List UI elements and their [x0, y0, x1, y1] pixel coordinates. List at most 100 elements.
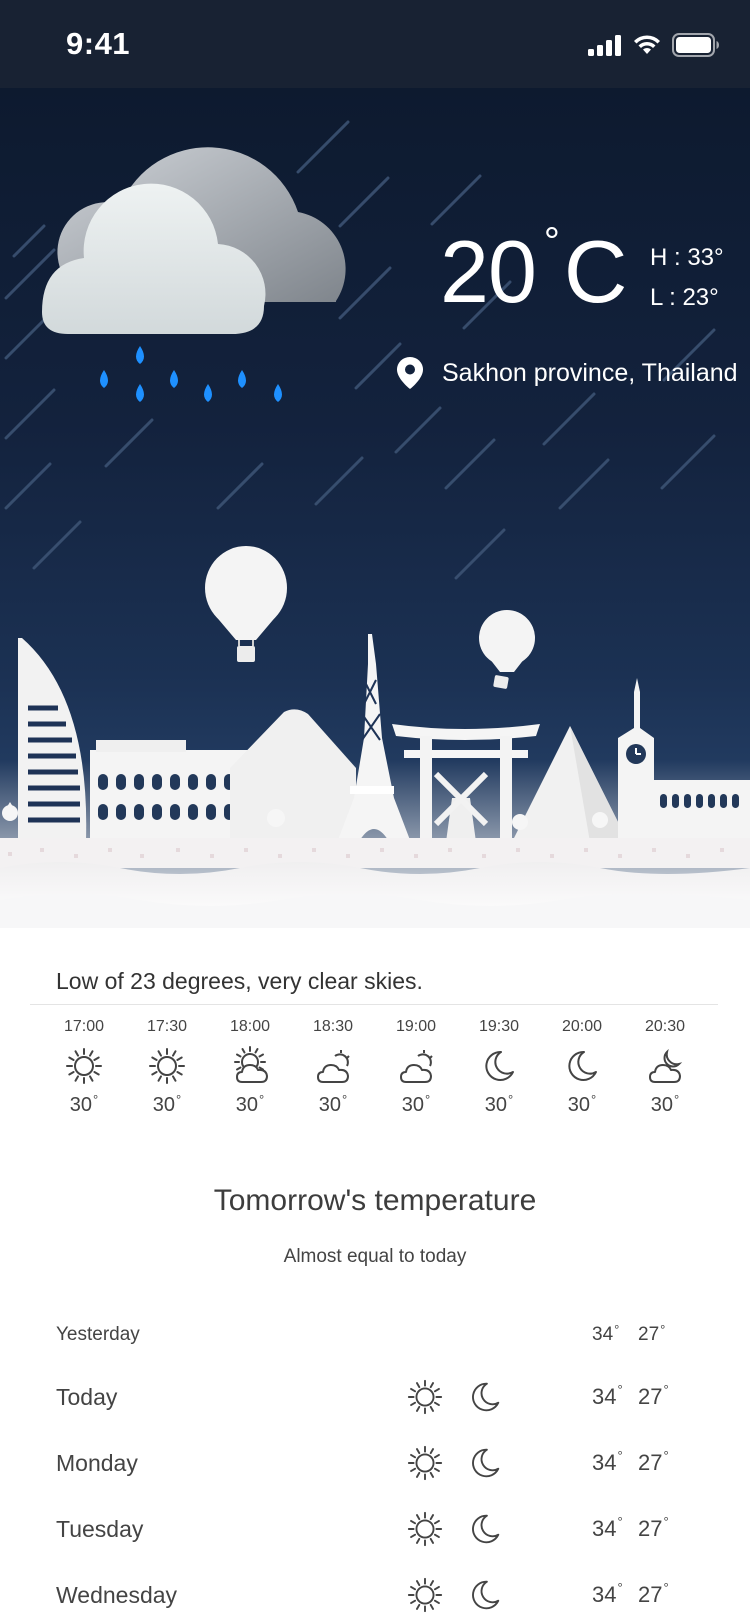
wifi-icon [634, 35, 660, 54]
hour-time: 18:00 [229, 1018, 271, 1035]
day-high: 34° [592, 1580, 623, 1608]
hourly-item[interactable]: 17:00 30° [40, 1018, 128, 1117]
degree-symbol: ° [617, 1448, 623, 1463]
battery-icon [672, 33, 719, 57]
day-high: 34° [592, 1448, 623, 1476]
sun-cloud-icon [230, 1046, 270, 1086]
hour-temperature: 30° [621, 1092, 709, 1117]
daily-row[interactable]: Today 34° 27° [56, 1372, 696, 1420]
day-name: Yesterday [56, 1324, 140, 1345]
temperature-unit: C [563, 222, 628, 321]
hour-temperature: 30° [123, 1092, 211, 1117]
day-name: Wednesday [56, 1582, 178, 1608]
hourly-item[interactable]: 19:30 30° [455, 1018, 543, 1117]
hour-temperature: 30° [289, 1092, 377, 1117]
temp-value: 34 [592, 1324, 614, 1345]
status-icons [588, 30, 720, 60]
sun-icon [406, 1576, 444, 1614]
moon-icon [466, 1378, 504, 1416]
degree-symbol: ° [674, 1092, 680, 1107]
day-low: 27° [638, 1580, 669, 1608]
temperature-value: 20 [440, 222, 537, 321]
hourly-item[interactable]: 20:00 30° [538, 1018, 626, 1117]
high-low: H : 33° L : 23° [650, 238, 724, 318]
degree-symbol: ° [342, 1092, 348, 1107]
hourly-item[interactable]: 20:30 30° [621, 1018, 709, 1117]
temp-value: 27 [638, 1516, 663, 1541]
daily-row[interactable]: Monday 34° 27° [56, 1438, 696, 1486]
cloud-moon-icon [645, 1046, 685, 1086]
temp-value: 34 [592, 1516, 617, 1541]
hour-time: 20:00 [561, 1018, 603, 1035]
current-temperature: 20 ° C [440, 222, 628, 321]
hour-temperature: 30° [538, 1092, 626, 1117]
temp-value: 34 [592, 1582, 617, 1607]
degree-symbol: ° [176, 1092, 182, 1107]
moon-icon [466, 1576, 504, 1614]
hourly-item[interactable]: 18:00 30° [206, 1018, 294, 1117]
weather-hero: 20 ° C H : 33° L : 23° Sakhon province, … [0, 88, 750, 928]
hour-temperature: 30° [455, 1092, 543, 1117]
cellular-signal-icon [588, 35, 621, 56]
hour-temp-value: 30 [152, 1094, 176, 1116]
tomorrow-subtitle: Almost equal to today [283, 1246, 467, 1267]
sun-icon [147, 1046, 187, 1086]
day-high: 34° [592, 1514, 623, 1542]
day-name: Tuesday [56, 1516, 144, 1542]
divider [30, 1004, 718, 1005]
degree-symbol: ° [617, 1382, 623, 1397]
hourly-forecast[interactable]: 17:00 30° 17:30 30° 18:00 30° 18:30 30° 19:00 30°… [40, 1018, 730, 1128]
location-name: Sakhon province, Thailand [442, 358, 738, 387]
weather-summary: Low of 23 degrees, very clear skies. [56, 968, 423, 994]
daily-row[interactable]: Tuesday 34° 27 ° [56, 1504, 696, 1552]
degree-symbol: ° [660, 1322, 666, 1337]
status-time: 9:41 [66, 26, 131, 61]
hourly-item[interactable]: 17:30 30° [123, 1018, 211, 1117]
hour-temperature: 30° [40, 1092, 128, 1117]
daily-row[interactable]: Wednesday 34° 27° [56, 1570, 696, 1618]
moon-icon [466, 1444, 504, 1482]
hour-temperature: 30° [372, 1092, 460, 1117]
degree-symbol: ° [617, 1514, 623, 1529]
day-low: 27° [638, 1382, 669, 1410]
hour-temperature: 30° [206, 1092, 294, 1117]
temp-value: 27 [638, 1384, 663, 1409]
hour-temp-value: 30 [484, 1094, 508, 1116]
location[interactable]: Sakhon province, Thailand [396, 356, 738, 390]
sun-icon [406, 1444, 444, 1482]
day-high: 34° [592, 1322, 620, 1346]
degree-symbol: ° [663, 1382, 669, 1397]
low-temperature: L : 23° [650, 284, 719, 311]
high-temperature: H : 33° [650, 244, 724, 271]
sun-icon [64, 1046, 104, 1086]
hour-time: 19:00 [395, 1018, 437, 1035]
degree-symbol: ° [93, 1092, 99, 1107]
hour-time: 18:30 [312, 1018, 354, 1035]
day-low: 27° [638, 1322, 666, 1346]
hour-time: 17:30 [146, 1018, 188, 1035]
moon-icon [562, 1046, 602, 1086]
hourly-item[interactable]: 19:00 30° [372, 1018, 460, 1117]
daily-row[interactable]: Yesterday 34° 27° [56, 1310, 696, 1358]
temp-value: 34 [592, 1384, 617, 1409]
degree-symbol: ° [614, 1322, 620, 1337]
hour-temp-value: 30 [567, 1094, 591, 1116]
hour-temp-value: 30 [235, 1094, 259, 1116]
day-name: Monday [56, 1450, 138, 1476]
degree-symbol: ° [425, 1092, 431, 1107]
cloud-sun-icon [396, 1046, 436, 1086]
hour-temp-value: 30 [318, 1094, 342, 1116]
temp-value: 27 [638, 1582, 663, 1607]
cloud-sun-icon [313, 1046, 353, 1086]
hour-temp-value: 30 [69, 1094, 93, 1116]
hour-time: 17:00 [63, 1018, 105, 1035]
hour-temp-value: 30 [401, 1094, 425, 1116]
degree-symbol: ° [508, 1092, 514, 1107]
hourly-item[interactable]: 18:30 30° [289, 1018, 377, 1117]
hour-time: 19:30 [478, 1018, 520, 1035]
temp-value: 34 [592, 1450, 617, 1475]
current-conditions: 20 ° C H : 33° L : 23° Sakhon province, … [0, 88, 750, 840]
moon-icon [479, 1046, 519, 1086]
degree-symbol: ° [591, 1092, 597, 1107]
hour-time: 20:30 [644, 1018, 686, 1035]
